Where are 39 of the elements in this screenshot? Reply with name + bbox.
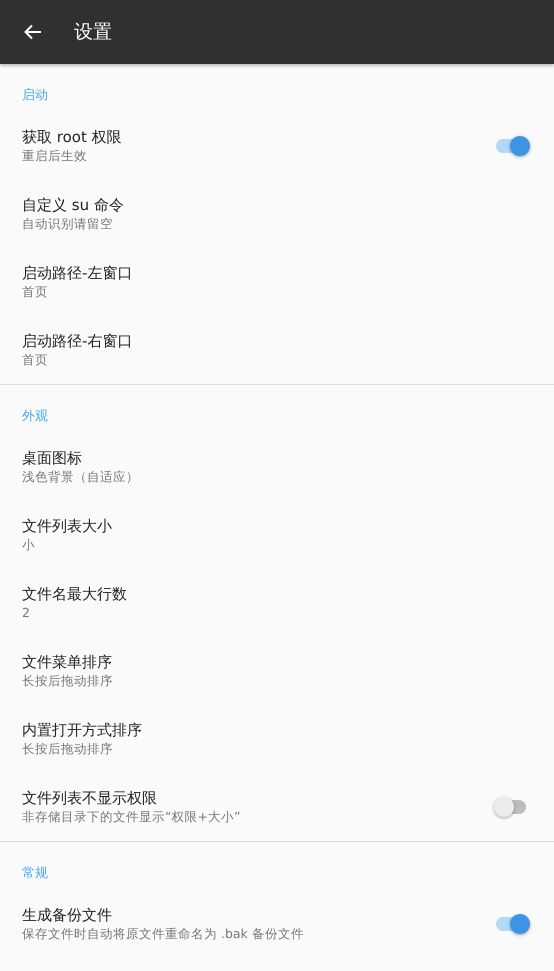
settings-item[interactable]: 文件名最大行数 2 xyxy=(0,569,554,637)
settings-item[interactable]: 桌面图标 浅色背景（自适应） xyxy=(0,433,554,501)
section-header: 启动 xyxy=(21,87,49,105)
item-summary: 首页 xyxy=(22,283,49,301)
item-summary: 长按后拖动排序 xyxy=(22,672,113,690)
settings-item[interactable]: 文件列表大小 小 xyxy=(0,501,554,569)
settings-item[interactable]: 启动路径-左窗口 首页 xyxy=(0,248,554,316)
item-title: 生成备份文件 xyxy=(22,905,113,925)
item-summary: 自动识别请留空 xyxy=(22,215,114,233)
item-title: 内置打开方式排序 xyxy=(22,720,142,740)
item-title: 启动路径-左窗口 xyxy=(22,263,132,283)
item-summary: 首页 xyxy=(22,351,49,369)
item-summary: 非存储目录下的文件显示“权限+大小” xyxy=(22,808,240,826)
item-title: 自定义 su 命令 xyxy=(22,195,124,215)
item-title: 启动路径-右窗口 xyxy=(22,331,132,351)
item-title: 文件列表不显示权限 xyxy=(22,788,158,808)
page-title: 设置 xyxy=(74,20,112,45)
item-summary: 重启后生效 xyxy=(22,147,88,165)
toggle-switch[interactable] xyxy=(494,134,530,158)
item-title: 文件名最大行数 xyxy=(22,584,127,604)
section-header: 常规 xyxy=(21,865,49,883)
toggle-switch[interactable] xyxy=(494,912,530,936)
item-title: 获取 root 权限 xyxy=(22,127,122,147)
item-title: 文件菜单排序 xyxy=(22,652,113,672)
settings-item[interactable]: 获取 root 权限 重启后生效 xyxy=(0,112,554,180)
settings-item[interactable]: 启动路径-右窗口 首页 xyxy=(0,316,554,384)
settings-item[interactable]: 自定义 su 命令 自动识别请留空 xyxy=(0,180,554,248)
settings-item[interactable]: 内置打开方式排序 长按后拖动排序 xyxy=(0,705,554,773)
item-summary: 2 xyxy=(22,604,31,622)
settings-item[interactable]: 生成备份文件 保存文件时自动将原文件重命名为 .bak 备份文件 xyxy=(0,890,554,958)
settings-item[interactable]: 文件列表不显示权限 非存储目录下的文件显示“权限+大小” xyxy=(0,773,554,841)
item-title: 文件列表大小 xyxy=(22,516,112,536)
settings-item[interactable]: 文件菜单排序 长按后拖动排序 xyxy=(0,637,554,705)
section-header: 外观 xyxy=(21,408,49,426)
item-summary: 小 xyxy=(22,536,36,554)
item-summary: 浅色背景（自适应） xyxy=(22,468,139,486)
item-summary: 保存文件时自动将原文件重命名为 .bak 备份文件 xyxy=(22,925,304,943)
item-title: 桌面图标 xyxy=(22,448,83,468)
item-summary: 长按后拖动排序 xyxy=(22,740,114,758)
